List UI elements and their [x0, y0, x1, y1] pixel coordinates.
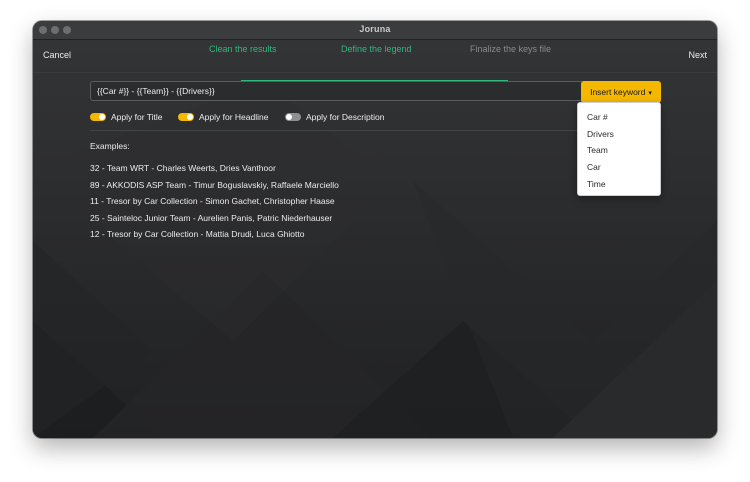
legend-formula-input[interactable]: {{Car #}} - {{Team}} - {{Drivers}} [90, 81, 588, 101]
examples-heading: Examples: [90, 141, 130, 151]
toggle-apply-description[interactable]: Apply for Description [285, 110, 384, 124]
toggle-switch-off[interactable] [285, 113, 301, 121]
caret-down-icon: ▾ [648, 90, 652, 97]
toggle-switch-on[interactable] [178, 113, 194, 121]
title-bar: Joruna [33, 21, 717, 40]
toggle-knob [286, 114, 292, 120]
example-item: 12 - Tresor by Car Collection - Mattia D… [90, 229, 305, 240]
insert-keyword-label: Insert keyword [590, 87, 646, 97]
next-button[interactable]: Next [688, 50, 707, 60]
menu-item-car[interactable]: Car [587, 162, 601, 172]
menu-item-time[interactable]: Time [587, 179, 606, 189]
example-item: 89 - AKKODIS ASP Team - Timur Boguslavsk… [90, 179, 339, 190]
menu-item-car-number[interactable]: Car # [587, 112, 608, 122]
step-finalize-keys: Finalize the keys file [470, 44, 552, 54]
menu-item-drivers[interactable]: Drivers [587, 129, 614, 139]
example-item: 11 - Tresor by Car Collection - Simon Ga… [90, 196, 335, 207]
toggle-switch-on[interactable] [90, 113, 106, 121]
insert-keyword-button[interactable]: Insert keyword ▾ [581, 81, 661, 103]
toggle-apply-headline[interactable]: Apply for Headline [178, 110, 268, 124]
toggle-knob [187, 114, 193, 120]
step-define-legend: Define the legend [341, 44, 412, 54]
wizard-navbar: Cancel Clean the results Define the lege… [33, 40, 717, 81]
example-item: 32 - Team WRT - Charles Weerts, Dries Va… [90, 163, 276, 173]
app-window: Joruna Cancel Clean the results Define t… [33, 21, 717, 438]
toggle-label: Apply for Description [306, 112, 385, 122]
keyword-dropdown-menu: Car # Drivers Team Car Time [577, 102, 661, 196]
step-clean-results: Clean the results [209, 44, 277, 54]
legend-editor: {{Car #}} - {{Team}} - {{Drivers}} Inser… [90, 81, 661, 103]
window-title: Joruna [359, 24, 391, 34]
section-divider [90, 130, 604, 131]
menu-item-team[interactable]: Team [587, 145, 608, 155]
toggle-label: Apply for Title [111, 112, 163, 122]
examples-list: 32 - Team WRT - Charles Weerts, Dries Va… [90, 162, 490, 245]
example-item: 25 - Sainteloc Junior Team - Aurelien Pa… [90, 212, 333, 223]
cancel-button[interactable]: Cancel [43, 50, 71, 60]
toggle-knob [99, 114, 105, 120]
toggle-apply-title[interactable]: Apply for Title [90, 110, 163, 124]
toggle-label: Apply for Headline [199, 112, 269, 122]
apply-toggles: Apply for Title Apply for Headline Apply… [90, 110, 490, 124]
